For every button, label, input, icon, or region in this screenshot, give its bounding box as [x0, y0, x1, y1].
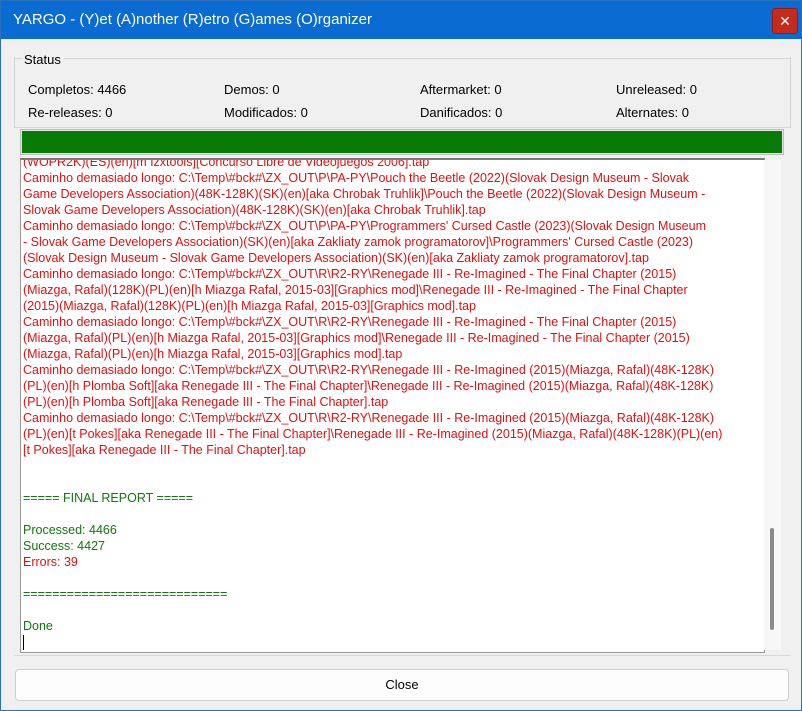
stat-modificados: Modificados: 0 [224, 105, 308, 120]
log-scrollbar[interactable] [764, 160, 781, 650]
log-blank-line [23, 570, 761, 586]
log-line: (Miazga, Rafal)(PL)(en)[h Miazga Rafal, … [23, 331, 690, 345]
progress-bar [20, 129, 784, 155]
title-bar[interactable]: YARGO - (Y)et (A)nother (R)etro (G)ames … [1, 1, 801, 39]
log-line: ============================ [23, 587, 228, 601]
progress-fill [22, 131, 782, 153]
log-line: Caminho demasiado longo: C:\Temp\#bck#\Z… [23, 267, 677, 281]
log-line: (PL)(en)[h Plomba Soft][aka Renegade III… [23, 395, 389, 409]
log-line: Processed: 4466 [23, 523, 117, 537]
log-line: Done [23, 619, 53, 633]
stat-unreleased: Unreleased: 0 [616, 82, 697, 97]
log-blank-line [23, 458, 761, 474]
log-line: (Slovak Design Museum - Slovak Game Deve… [23, 251, 649, 265]
stat-aftermarket: Aftermarket: 0 [420, 82, 502, 97]
status-group-border-right [64, 58, 790, 59]
log-line: Caminho demasiado longo: C:\Temp\#bck#\Z… [23, 315, 677, 329]
log-line: ===== FINAL REPORT ===== [23, 491, 194, 505]
log-line: Caminho demasiado longo: C:\Temp\#bck#\Z… [23, 171, 690, 185]
text-caret [23, 635, 24, 650]
log-line: Errors: 39 [23, 555, 78, 569]
status-group-border-left [14, 58, 22, 59]
log-line: (PL)(en)[t Pokes][aka Renegade III - The… [23, 427, 723, 441]
log-line: - Slovak Game Developers Association)(SK… [23, 235, 693, 249]
log-textarea[interactable]: (WOPR2K)(ES)(en)[m Izxtools][Concurso Li… [20, 158, 765, 653]
stat-danificados: Danificados: 0 [420, 105, 503, 120]
log-blank-line [23, 474, 761, 490]
log-line: (PL)(en)[h Plomba Soft][aka Renegade III… [23, 379, 714, 393]
status-legend: Status [22, 52, 63, 67]
log-line: (Miazga, Rafal)(128K)(PL)(en)[h Miazga R… [23, 283, 688, 297]
scrollbar-thumb[interactable] [770, 528, 774, 630]
log-line: (Miazga, Rafal)(PL)(en)[h Miazga Rafal, … [23, 347, 403, 361]
log-blank-line [23, 506, 761, 522]
log-line: (2015)(Miazga, Rafal)(128K)(PL)(en)[h Mi… [23, 299, 476, 313]
log-line: (WOPR2K)(ES)(en)[m Izxtools][Concurso Li… [23, 158, 430, 169]
close-button[interactable]: Close [15, 669, 789, 701]
log-line: [t Pokes][aka Renegade III - The Final C… [23, 443, 306, 457]
window-close-icon[interactable]: ✕ [772, 8, 798, 34]
log-line: Caminho demasiado longo: C:\Temp\#bck#\Z… [23, 219, 706, 233]
log-blank-line [23, 602, 761, 618]
log-line: Success: 4427 [23, 539, 105, 553]
log-line: Caminho demasiado longo: C:\Temp\#bck#\Z… [23, 411, 715, 425]
log-line: Game Developers Association)(48K-128K)(S… [23, 187, 706, 201]
log-line: Slovak Game Developers Association)(48K-… [23, 203, 486, 217]
stat-completos: Completos: 4466 [28, 82, 127, 97]
bottom-separator [14, 655, 790, 656]
main-window: YARGO - (Y)et (A)nother (R)etro (G)ames … [0, 0, 802, 711]
log-line: Caminho demasiado longo: C:\Temp\#bck#\Z… [23, 363, 715, 377]
window-title: YARGO - (Y)et (A)nother (R)etro (G)ames … [13, 11, 372, 28]
stat-alternates: Alternates: 0 [616, 105, 689, 120]
log-content: (WOPR2K)(ES)(en)[m Izxtools][Concurso Li… [23, 158, 761, 634]
stat-demos: Demos: 0 [224, 82, 280, 97]
stat-rereleases: Re-releases: 0 [28, 105, 113, 120]
